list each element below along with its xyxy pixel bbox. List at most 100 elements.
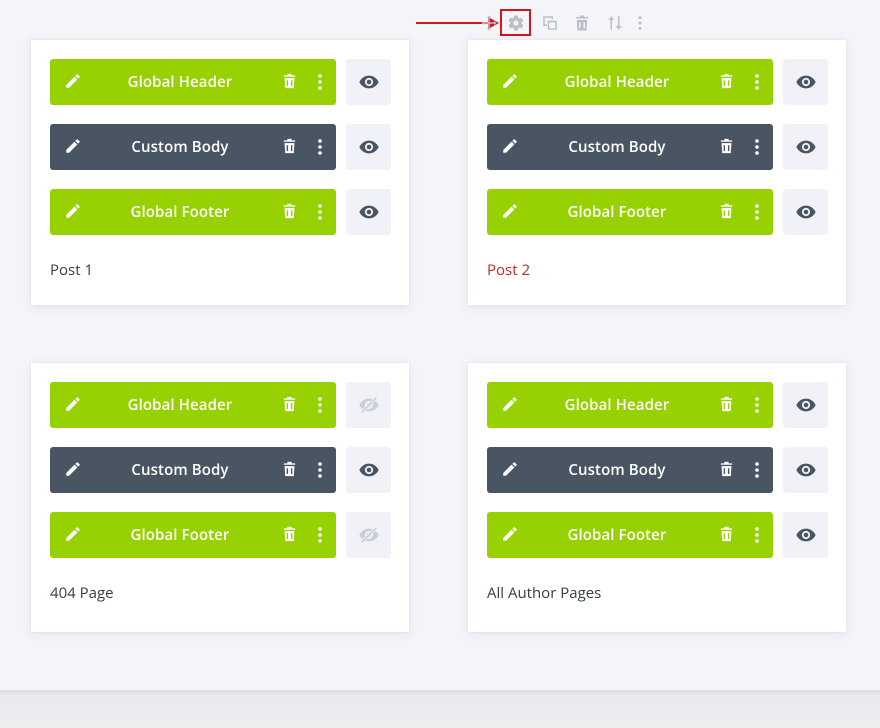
trash-icon[interactable]	[281, 460, 301, 480]
visibility-toggle[interactable]	[346, 189, 391, 235]
template-title: All Author Pages	[487, 583, 602, 603]
visibility-toggle[interactable]	[783, 382, 828, 428]
global-header-button[interactable]: Global Header	[50, 59, 336, 105]
more-icon[interactable]	[629, 12, 651, 34]
template-card-all-author-pages[interactable]: Global Header Custom Body Global Footer	[468, 363, 846, 632]
more-icon[interactable]	[312, 395, 328, 415]
sort-icon[interactable]	[604, 12, 626, 34]
custom-body-button[interactable]: Custom Body	[487, 447, 773, 493]
trash-icon[interactable]	[281, 395, 301, 415]
row-label: Custom Body	[131, 460, 229, 480]
global-header-button[interactable]: Global Header	[487, 59, 773, 105]
trash-icon[interactable]	[718, 72, 738, 92]
template-card-404-page[interactable]: Global Header Custom Body Global Footer	[31, 363, 409, 632]
template-toolbar	[0, 9, 880, 38]
move-icon[interactable]	[478, 12, 500, 34]
trash-icon[interactable]	[718, 525, 738, 545]
eye-icon	[358, 75, 379, 89]
more-icon[interactable]	[312, 525, 328, 545]
pencil-icon[interactable]	[501, 137, 521, 157]
layout-row-body: Custom Body	[487, 124, 828, 170]
pencil-icon[interactable]	[64, 72, 84, 92]
visibility-toggle[interactable]	[346, 124, 391, 170]
global-footer-button[interactable]: Global Footer	[487, 512, 773, 558]
layout-row-header: Global Header	[50, 382, 391, 428]
row-label: Custom Body	[131, 137, 229, 157]
template-card-post-1[interactable]: Global Header Custom Body Global Footer	[31, 40, 409, 305]
visibility-toggle[interactable]	[783, 59, 828, 105]
visibility-toggle[interactable]	[783, 189, 828, 235]
row-label: Custom Body	[568, 137, 666, 157]
page-footer-band	[0, 690, 880, 728]
pencil-icon[interactable]	[501, 525, 521, 545]
pencil-icon[interactable]	[501, 460, 521, 480]
layout-row-header: Global Header	[487, 382, 828, 428]
trash-icon[interactable]	[571, 12, 593, 34]
pencil-icon[interactable]	[64, 202, 84, 222]
pencil-icon[interactable]	[501, 395, 521, 415]
pencil-icon[interactable]	[501, 72, 521, 92]
eye-icon	[358, 463, 379, 477]
trash-icon[interactable]	[718, 460, 738, 480]
more-icon[interactable]	[312, 137, 328, 157]
global-footer-button[interactable]: Global Footer	[50, 189, 336, 235]
more-icon[interactable]	[749, 202, 765, 222]
more-icon[interactable]	[749, 137, 765, 157]
visibility-toggle[interactable]	[346, 382, 391, 428]
visibility-toggle[interactable]	[783, 512, 828, 558]
trash-icon[interactable]	[718, 202, 738, 222]
template-title: Post 2	[487, 260, 531, 280]
template-title: 404 Page	[50, 583, 114, 603]
template-card-post-2[interactable]: Global Header Custom Body Global Footer	[468, 40, 846, 305]
row-label: Custom Body	[568, 460, 666, 480]
eye-icon	[795, 528, 816, 542]
more-icon[interactable]	[312, 202, 328, 222]
eye-icon	[358, 140, 379, 154]
row-label: Global Footer	[130, 202, 230, 222]
more-icon[interactable]	[312, 72, 328, 92]
eye-icon	[795, 205, 816, 219]
trash-icon[interactable]	[718, 395, 738, 415]
custom-body-button[interactable]: Custom Body	[487, 124, 773, 170]
more-icon[interactable]	[749, 525, 765, 545]
visibility-toggle[interactable]	[346, 512, 391, 558]
visibility-toggle[interactable]	[783, 447, 828, 493]
visibility-toggle[interactable]	[783, 124, 828, 170]
custom-body-button[interactable]: Custom Body	[50, 447, 336, 493]
global-header-button[interactable]: Global Header	[50, 382, 336, 428]
pencil-icon[interactable]	[64, 525, 84, 545]
row-label: Global Header	[564, 72, 670, 92]
row-label: Global Footer	[567, 525, 667, 545]
gear-highlight-box	[500, 9, 531, 36]
more-icon[interactable]	[749, 460, 765, 480]
row-label: Global Header	[127, 395, 233, 415]
pencil-icon[interactable]	[501, 202, 521, 222]
pencil-icon[interactable]	[64, 460, 84, 480]
pencil-icon[interactable]	[64, 395, 84, 415]
layout-row-body: Custom Body	[487, 447, 828, 493]
trash-icon[interactable]	[281, 202, 301, 222]
more-icon[interactable]	[312, 460, 328, 480]
eye-icon	[358, 205, 379, 219]
trash-icon[interactable]	[281, 72, 301, 92]
visibility-toggle[interactable]	[346, 59, 391, 105]
global-header-button[interactable]: Global Header	[487, 382, 773, 428]
more-icon[interactable]	[749, 395, 765, 415]
eye-icon	[795, 398, 816, 412]
template-title: Post 1	[50, 260, 94, 280]
row-label: Global Footer	[130, 525, 230, 545]
global-footer-button[interactable]: Global Footer	[487, 189, 773, 235]
eye-icon	[795, 140, 816, 154]
more-icon[interactable]	[749, 72, 765, 92]
global-footer-button[interactable]: Global Footer	[50, 512, 336, 558]
layout-row-header: Global Header	[50, 59, 391, 105]
row-label: Global Header	[564, 395, 670, 415]
layout-row-body: Custom Body	[50, 447, 391, 493]
pencil-icon[interactable]	[64, 137, 84, 157]
trash-icon[interactable]	[281, 525, 301, 545]
trash-icon[interactable]	[281, 137, 301, 157]
visibility-toggle[interactable]	[346, 447, 391, 493]
trash-icon[interactable]	[718, 137, 738, 157]
custom-body-button[interactable]: Custom Body	[50, 124, 336, 170]
duplicate-icon[interactable]	[539, 12, 561, 34]
